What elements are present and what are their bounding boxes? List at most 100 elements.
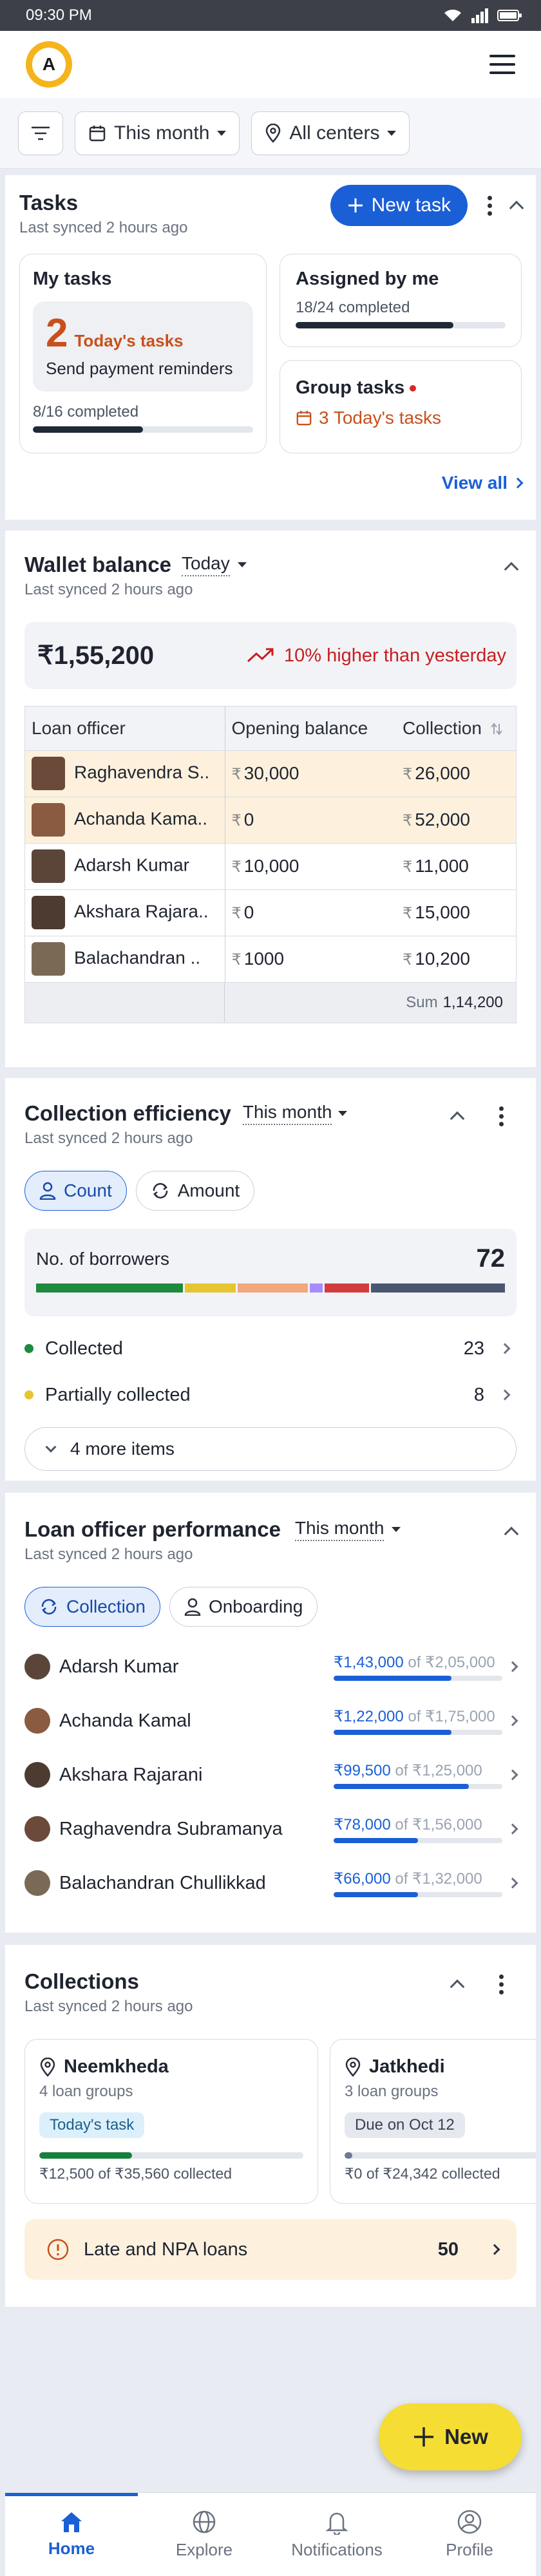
app-logo[interactable]: A: [26, 41, 72, 88]
table-row[interactable]: Achanda Kama.. ₹0 ₹52,000: [25, 797, 516, 844]
center-cards-scroller[interactable]: Neemkheda 4 loan groups Today's task ₹12,50…: [24, 2039, 536, 2204]
new-task-label: New task: [371, 194, 451, 216]
table-row[interactable]: Raghavendra S.. ₹30,000 ₹26,000: [25, 750, 516, 797]
caret-down-icon: [217, 130, 227, 136]
list-item[interactable]: Raghavendra Subramanya ₹78,000 of ₹1,56,0…: [24, 1802, 518, 1856]
collection-cell: ₹10,200: [396, 936, 516, 983]
opening-value: 10,000: [243, 856, 299, 876]
tasks-more-icon[interactable]: [487, 195, 492, 216]
centers-dropdown[interactable]: All centers: [251, 111, 410, 155]
col-collection[interactable]: Collection: [396, 706, 516, 751]
avatar: [24, 1870, 50, 1896]
tasks-card: Tasks Last synced 2 hours ago New task M…: [5, 175, 536, 520]
unread-dot-icon: [410, 384, 417, 392]
centers-label: All centers: [289, 122, 380, 144]
hamburger-menu-icon[interactable]: [489, 55, 515, 74]
nav-home[interactable]: Home: [5, 2493, 138, 2576]
list-item[interactable]: Collected 23: [24, 1325, 517, 1372]
onboarding-toggle[interactable]: Onboarding: [169, 1587, 318, 1627]
segment: [184, 1283, 236, 1293]
opening-cell: ₹30,000: [225, 750, 396, 797]
list-item[interactable]: Adarsh Kumar ₹1,43,000 of ₹2,05,000: [24, 1640, 518, 1694]
col-loan-officer[interactable]: Loan officer: [25, 706, 225, 751]
list-item[interactable]: Akshara Rajarani ₹99,500 of ₹1,25,000: [24, 1748, 518, 1802]
loan-officer-performance-card: Loan officer performance This month Last…: [5, 1493, 536, 1933]
chevron-right-icon: [489, 2244, 500, 2255]
col-opening-balance[interactable]: Opening balance: [225, 706, 396, 751]
table-row[interactable]: Adarsh Kumar ₹10,000 ₹11,000: [25, 843, 516, 890]
rupee-icon: ₹: [231, 812, 242, 829]
officer-name: Achanda Kamal: [59, 1710, 191, 1731]
nav-explore[interactable]: Explore: [138, 2493, 270, 2576]
efficiency-collapse-icon[interactable]: [450, 1111, 465, 1126]
nav-notifications[interactable]: Notifications: [270, 2493, 403, 2576]
view-all-link[interactable]: View all: [442, 473, 524, 493]
list-item[interactable]: Achanda Kamal ₹1,22,000 of ₹1,75,000: [24, 1694, 518, 1748]
wallet-period-dropdown[interactable]: Today: [182, 553, 247, 576]
table-row[interactable]: Balachandran .. ₹1000 ₹10,200: [25, 936, 516, 983]
sort-icon[interactable]: [489, 722, 504, 736]
wallet-table: Loan officer Opening balance Collection …: [24, 706, 517, 1023]
rupee-icon: ₹: [231, 858, 242, 876]
count-toggle[interactable]: Count: [24, 1171, 127, 1211]
collection-value: 52,000: [415, 810, 470, 829]
period-dropdown[interactable]: This month: [75, 111, 240, 155]
my-tasks-progress-text: 8/16 completed: [33, 403, 139, 421]
caret-down-icon: [338, 1111, 348, 1116]
opening-value: 0: [243, 902, 254, 922]
group-tasks-card[interactable]: Group tasks 3 Today's tasks: [280, 360, 522, 453]
late-npa-loans-banner[interactable]: Late and NPA loans 50: [24, 2219, 517, 2280]
segment: [371, 1283, 505, 1293]
avatar: [32, 757, 65, 790]
filter-button[interactable]: [18, 111, 63, 155]
count-toggle-label: Count: [64, 1180, 112, 1200]
officer-name: Akshara Rajara..: [74, 901, 209, 922]
collections-more-icon[interactable]: [498, 1974, 504, 1994]
status-icons: [443, 8, 523, 23]
table-row[interactable]: Akshara Rajara.. ₹0 ₹15,000: [25, 889, 516, 936]
new-task-button[interactable]: New task: [330, 185, 468, 226]
sum-label: Sum: [406, 993, 438, 1011]
new-fab-button[interactable]: New: [379, 2403, 522, 2470]
officer-progress: [334, 1891, 502, 1897]
efficiency-period-dropdown[interactable]: This month: [242, 1102, 348, 1125]
tasks-collapse-icon[interactable]: [509, 200, 524, 216]
status-bar: 09:30 PM: [0, 0, 541, 31]
rupee-icon: ₹: [403, 812, 413, 829]
performance-period-dropdown[interactable]: This month: [294, 1518, 401, 1541]
wifi-icon: [444, 9, 461, 21]
my-tasks-card[interactable]: My tasks 2 Today's tasks Send payment re…: [19, 254, 267, 453]
officer-name: Raghavendra Subramanya: [59, 1818, 283, 1839]
nav-profile[interactable]: Profile: [403, 2493, 536, 2576]
nav-profile-label: Profile: [446, 2540, 493, 2559]
efficiency-more-icon[interactable]: [498, 1106, 504, 1126]
performance-collapse-icon[interactable]: [504, 1526, 519, 1542]
calendar-icon: [296, 410, 312, 426]
avatar: [32, 849, 65, 883]
amount-toggle[interactable]: Amount: [135, 1171, 255, 1211]
today-tasks-box: 2 Today's tasks Send payment reminders: [33, 301, 253, 392]
collection-toggle[interactable]: Collection: [24, 1587, 160, 1627]
bell-icon: [325, 2512, 348, 2535]
more-items-button[interactable]: 4 more items: [24, 1427, 517, 1471]
wallet-collapse-icon[interactable]: [504, 562, 519, 577]
list-item[interactable]: Partially collected 8: [24, 1372, 517, 1418]
center-card[interactable]: Jatkhedi 3 loan groups Due on Oct 12 ₹0 of …: [330, 2039, 536, 2204]
legend-dot-icon: [24, 1390, 33, 1399]
list-item[interactable]: Balachandran Chullikkad ₹66,000 of ₹1,32,…: [24, 1856, 518, 1910]
item-label: Collected: [45, 1338, 123, 1359]
chevron-right-icon: [507, 1769, 518, 1781]
rupee-icon: ₹: [403, 858, 413, 876]
person-icon: [184, 1598, 201, 1616]
assigned-by-me-card[interactable]: Assigned by me 18/24 completed: [280, 254, 522, 347]
wallet-card: Wallet balance Today Last synced 2 hours…: [5, 531, 536, 1067]
rupee-icon: ₹: [403, 766, 413, 783]
center-card[interactable]: Neemkheda 4 loan groups Today's task ₹12,50…: [24, 2039, 318, 2204]
efficiency-synced: Last synced 2 hours ago: [24, 1130, 193, 1147]
collection-cell: ₹11,000: [396, 843, 516, 890]
amount-target: of ₹1,75,000: [408, 1707, 495, 1725]
collections-title: Collections: [24, 1969, 139, 1993]
collections-collapse-icon[interactable]: [450, 1979, 465, 1994]
location-pin-icon: [345, 2057, 361, 2077]
chevron-down-icon: [45, 1441, 57, 1453]
